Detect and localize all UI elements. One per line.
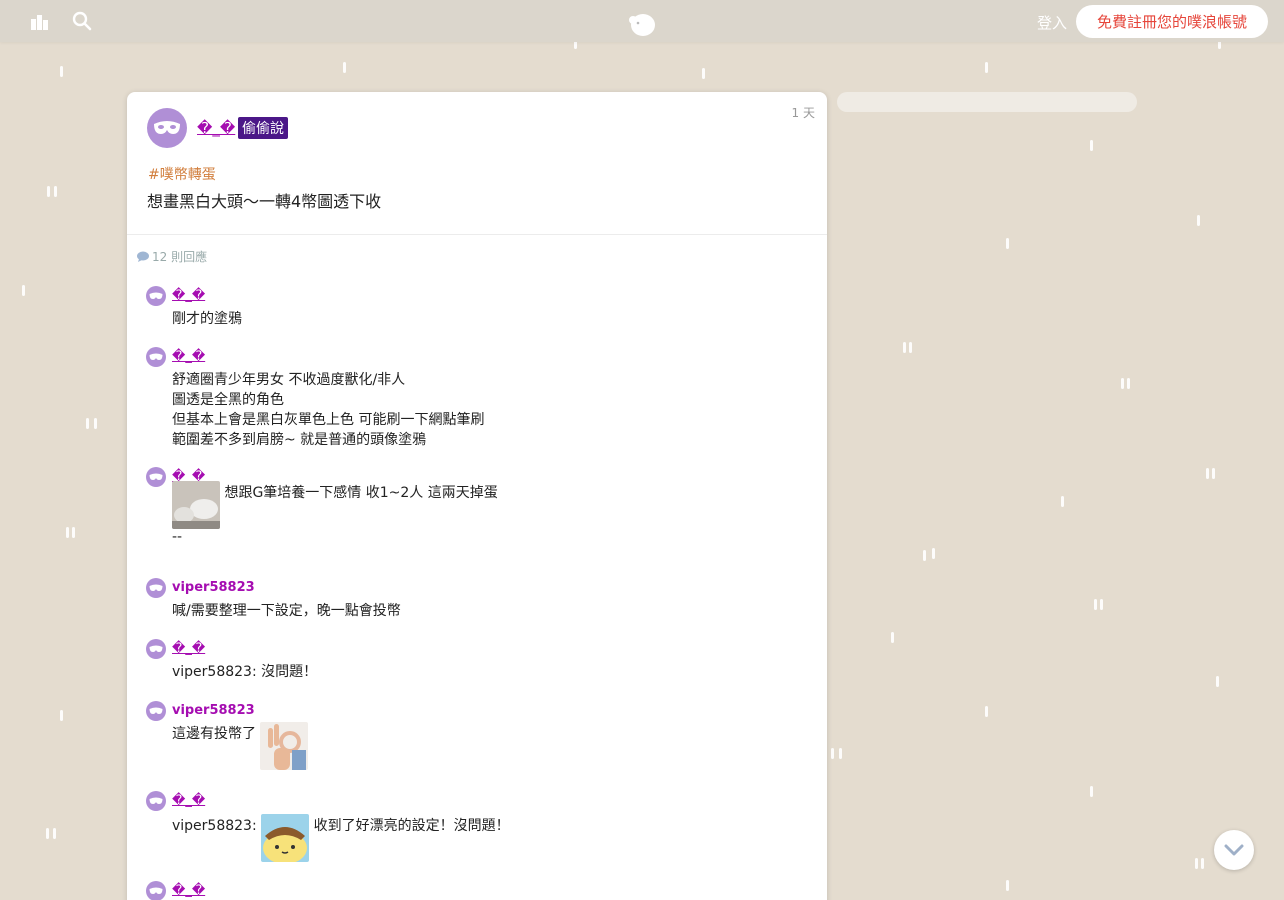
raindrop [1006, 238, 1009, 249]
anonymous-mask-avatar-icon [146, 578, 166, 598]
response-author[interactable]: �_� [172, 641, 205, 656]
post-content: 想畫黑白大頭～一轉4幣圖透下收 [147, 192, 382, 211]
scroll-down-button[interactable] [1214, 830, 1254, 870]
raindrop [923, 550, 926, 561]
response-line: 舒適圈青少年男女 不收過度獸化/非人 [172, 372, 406, 388]
raindrop [1121, 378, 1124, 389]
post-tag[interactable]: #噗幣轉蛋 [148, 164, 216, 184]
response-author[interactable]: viper58823 [172, 703, 255, 718]
raindrop [94, 418, 97, 429]
ok-hand-sticker[interactable] [260, 722, 309, 770]
anonymous-badge: 偷偷說 [238, 117, 288, 139]
response-text: 舒適圈青少年男女 不收過度獸化/非人 圖透是全黑的角色 但基本上會是黑白灰單色上… [172, 370, 484, 450]
raindrop [343, 62, 346, 73]
loading-placeholder [837, 92, 1137, 112]
reply-count-label: 12 則回應 [152, 250, 208, 264]
response-line: -- [172, 529, 183, 545]
login-link[interactable]: 登入 [1037, 12, 1067, 33]
raindrop [54, 186, 57, 197]
anonymous-mask-avatar-icon [146, 286, 166, 306]
raindrop [985, 706, 988, 717]
raindrop [1090, 140, 1093, 151]
response-text: viper58823: 收到了好漂亮的設定！沒問題！ [172, 814, 510, 862]
raindrop [60, 710, 63, 721]
raindrop [891, 632, 894, 643]
response-mention: viper58823: [172, 818, 257, 834]
response-line: 範圍差不多到肩膀~ 就是普通的頭像塗鴉 [172, 432, 427, 448]
search-icon[interactable] [72, 11, 92, 31]
plurk-card: 1 天 �_� 偷偷說 #噗幣轉蛋 想畫黑白大頭～一轉4幣圖透下收 12 則回應… [127, 92, 827, 900]
response-line: 但基本上會是黑白灰單色上色 可能刷一下網點筆刷 [172, 412, 485, 428]
raindrop [1195, 858, 1198, 869]
anonymous-mask-avatar-icon[interactable] [147, 108, 187, 148]
raindrop [1201, 858, 1204, 869]
post-time: 1 天 [791, 106, 815, 120]
response-line: 想跟G筆培養一下感情 收1~2人 這兩天掉蛋 [224, 485, 498, 501]
chevron-down-icon [1224, 844, 1244, 856]
response-text: 剛才的塗鴉 [172, 309, 242, 329]
pen-sketch-thumbnail[interactable] [172, 481, 220, 529]
raindrop [1206, 468, 1209, 479]
raindrop [46, 828, 49, 839]
response-line: 剛才的塗鴉 [172, 311, 242, 327]
response-text: 想跟G筆培養一下感情 收1~2人 這兩天掉蛋 -- [172, 481, 498, 547]
anonymous-mask-avatar-icon [146, 467, 166, 487]
response-line: viper58823: 沒問題！ [172, 664, 318, 680]
top-bar: 登入 免費註冊您的噗浪帳號 [0, 0, 1284, 42]
raindrop [53, 828, 56, 839]
divider [127, 234, 827, 235]
raindrop [1127, 378, 1130, 389]
response-text: 這邊有投幣了 [172, 722, 309, 770]
response-author[interactable]: �_� [172, 793, 205, 808]
signup-button[interactable]: 免費註冊您的噗浪帳號 [1076, 5, 1268, 38]
response-author[interactable]: �_� [172, 883, 205, 898]
response-line: 這邊有投幣了 [172, 726, 256, 742]
response-line: 圖透是全黑的角色 [172, 392, 284, 408]
response-author[interactable]: �_� [172, 349, 205, 364]
raindrop [932, 548, 935, 559]
raindrop [903, 342, 906, 353]
raindrop [831, 748, 834, 759]
response-author[interactable]: viper58823 [172, 580, 255, 595]
raindrop [22, 285, 25, 296]
city-icon[interactable] [30, 11, 50, 31]
speech-bubble-icon [137, 251, 149, 262]
response-text: 喊/需要整理一下設定，晚一點會投幣 [172, 601, 401, 621]
raindrop [1216, 676, 1219, 687]
raindrop [1006, 880, 1009, 891]
reply-count: 12 則回應 [137, 248, 207, 265]
response-author[interactable]: �_� [172, 288, 205, 303]
raindrop [702, 68, 705, 79]
raindrop [66, 527, 69, 538]
post-author[interactable]: �_� [197, 119, 235, 137]
raindrop [47, 186, 50, 197]
raindrop [1061, 496, 1064, 507]
raindrop [86, 418, 89, 429]
raindrop [1090, 786, 1093, 797]
raindrop [909, 342, 912, 353]
anonymous-mask-avatar-icon [146, 639, 166, 659]
raindrop [1094, 599, 1097, 610]
anonymous-mask-avatar-icon [146, 701, 166, 721]
anonymous-mask-avatar-icon [146, 881, 166, 900]
raindrop [839, 748, 842, 759]
response-text: viper58823: 沒問題！ [172, 662, 317, 682]
raindrop [60, 66, 63, 77]
raindrop [1212, 468, 1215, 479]
anonymous-mask-avatar-icon [146, 347, 166, 367]
response-line: 收到了好漂亮的設定！沒問題！ [313, 818, 510, 834]
anonymous-mask-avatar-icon [146, 791, 166, 811]
raindrop [985, 62, 988, 73]
raindrop [72, 527, 75, 538]
raindrop [1100, 599, 1103, 610]
plurk-logo-icon[interactable] [627, 11, 657, 37]
response-line: 喊/需要整理一下設定，晚一點會投幣 [172, 603, 401, 619]
raindrop [1197, 215, 1200, 226]
pompompurin-sticker[interactable] [261, 814, 310, 862]
